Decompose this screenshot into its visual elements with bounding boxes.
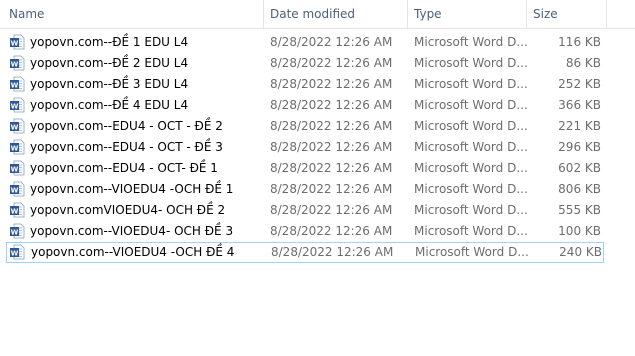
svg-text:W: W (11, 123, 19, 131)
word-document-icon: W (9, 139, 25, 155)
svg-text:W: W (11, 165, 19, 173)
file-type: Microsoft Word D... (414, 56, 528, 70)
file-size: 252 KB (558, 77, 601, 91)
file-size: 240 KB (559, 245, 602, 259)
file-name[interactable]: yopovn.com--EDU4 - OCT - ĐỀ 2 (30, 116, 266, 137)
word-document-icon: W (9, 181, 25, 197)
file-name[interactable]: yopovn.com--EDU4 - OCT - ĐỀ 3 (30, 137, 266, 158)
svg-text:W: W (11, 102, 19, 110)
word-document-icon: W (9, 97, 25, 113)
column-header-name[interactable]: Name (3, 0, 263, 28)
column-header-size[interactable]: Size (527, 0, 607, 28)
file-row[interactable]: Wyopovn.com--ĐỀ 3 EDU L4 8/28/2022 12:26 … (6, 74, 604, 95)
word-document-icon: W (9, 76, 25, 92)
column-divider[interactable] (606, 0, 607, 28)
file-type: Microsoft Word D... (414, 224, 528, 238)
file-row[interactable]: Wyopovn.com--EDU4 - OCT- ĐỀ 1 8/28/2022 1… (6, 158, 604, 179)
file-type: Microsoft Word D... (414, 203, 528, 217)
file-date-modified: 8/28/2022 12:26 AM (270, 182, 393, 196)
file-type: Microsoft Word D... (414, 182, 528, 196)
column-header-date-modified[interactable]: Date modified (264, 0, 408, 28)
svg-text:W: W (11, 249, 19, 257)
file-type: Microsoft Word D... (414, 140, 528, 154)
file-size: 86 KB (565, 56, 601, 70)
file-row[interactable]: Wyopovn.com--EDU4 - OCT - ĐỀ 2 8/28/2022 … (6, 116, 604, 137)
file-name[interactable]: yopovn.com--VIOEDU4 -OCH ĐỀ 1 (30, 179, 266, 200)
file-name[interactable]: yopovn.com--ĐỀ 1 EDU L4 (30, 32, 266, 53)
file-date-modified: 8/28/2022 12:26 AM (270, 35, 393, 49)
file-name[interactable]: yopovn.com--ĐỀ 4 EDU L4 (30, 95, 266, 116)
file-date-modified: 8/28/2022 12:26 AM (270, 203, 393, 217)
file-date-modified: 8/28/2022 12:26 AM (270, 98, 393, 112)
file-size: 366 KB (558, 98, 601, 112)
svg-text:W: W (11, 81, 19, 89)
word-document-icon: W (9, 160, 25, 176)
word-document-icon: W (9, 244, 25, 260)
file-name[interactable]: yopovn.com--VIOEDU4- OCH ĐỀ 3 (30, 221, 266, 242)
file-size: 806 KB (558, 182, 601, 196)
word-document-icon: W (9, 34, 25, 50)
file-type: Microsoft Word D... (414, 119, 528, 133)
column-header-type[interactable]: Type (408, 0, 527, 28)
file-date-modified: 8/28/2022 12:26 AM (270, 224, 393, 238)
file-size: 555 KB (558, 203, 601, 217)
file-type: Microsoft Word D... (414, 77, 528, 91)
file-name[interactable]: yopovn.com--ĐỀ 3 EDU L4 (30, 74, 266, 95)
file-row[interactable]: Wyopovn.com--VIOEDU4 -OCH ĐỀ 1 8/28/2022 … (6, 179, 604, 200)
svg-text:W: W (11, 60, 19, 68)
file-size: 116 KB (558, 35, 601, 49)
file-size: 296 KB (558, 140, 601, 154)
word-document-icon: W (9, 118, 25, 134)
svg-text:W: W (11, 207, 19, 215)
word-document-icon: W (9, 223, 25, 239)
file-date-modified: 8/28/2022 12:26 AM (270, 119, 393, 133)
file-size: 100 KB (558, 224, 601, 238)
file-date-modified: 8/28/2022 12:26 AM (270, 77, 393, 91)
file-explorer: ⌃ Name Date modified Type Size Wyopovn.c… (0, 0, 635, 356)
file-type: Microsoft Word D... (414, 161, 528, 175)
file-row[interactable]: Wyopovn.com--EDU4 - OCT - ĐỀ 3 8/28/2022 … (6, 137, 604, 158)
file-row[interactable]: Wyopovn.com--ĐỀ 4 EDU L4 8/28/2022 12:26 … (6, 95, 604, 116)
svg-text:W: W (11, 39, 19, 47)
file-list: Wyopovn.com--ĐỀ 1 EDU L4 8/28/2022 12:26 … (0, 32, 635, 263)
svg-text:W: W (11, 228, 19, 236)
file-name[interactable]: yopovn.com--ĐỀ 2 EDU L4 (30, 53, 266, 74)
column-header-bar: ⌃ Name Date modified Type Size (0, 0, 635, 29)
file-row[interactable]: Wyopovn.com--ĐỀ 2 EDU L4 8/28/2022 12:26 … (6, 53, 604, 74)
file-size: 602 KB (558, 161, 601, 175)
file-row[interactable]: Wyopovn.com--VIOEDU4- OCH ĐỀ 3 8/28/2022 … (6, 221, 604, 242)
file-date-modified: 8/28/2022 12:26 AM (270, 56, 393, 70)
svg-text:W: W (11, 144, 19, 152)
file-type: Microsoft Word D... (414, 98, 528, 112)
file-name[interactable]: yopovn.com--VIOEDU4 -OCH ĐỀ 4 (31, 242, 267, 263)
file-size: 221 KB (558, 119, 601, 133)
file-date-modified: 8/28/2022 12:26 AM (271, 245, 394, 259)
file-date-modified: 8/28/2022 12:26 AM (270, 140, 393, 154)
file-row[interactable]: Wyopovn.com--VIOEDU4 -OCH ĐỀ 4 8/28/2022 … (6, 242, 604, 263)
file-row[interactable]: Wyopovn.com--ĐỀ 1 EDU L4 8/28/2022 12:26 … (6, 32, 604, 53)
file-date-modified: 8/28/2022 12:26 AM (270, 161, 393, 175)
file-row[interactable]: Wyopovn.comVIOEDU4- OCH ĐỀ 2 8/28/2022 12… (6, 200, 604, 221)
svg-text:W: W (11, 186, 19, 194)
word-document-icon: W (9, 202, 25, 218)
file-name[interactable]: yopovn.comVIOEDU4- OCH ĐỀ 2 (30, 200, 266, 221)
word-document-icon: W (9, 55, 25, 71)
file-type: Microsoft Word D... (415, 245, 529, 259)
file-name[interactable]: yopovn.com--EDU4 - OCT- ĐỀ 1 (30, 158, 266, 179)
file-type: Microsoft Word D... (414, 35, 528, 49)
